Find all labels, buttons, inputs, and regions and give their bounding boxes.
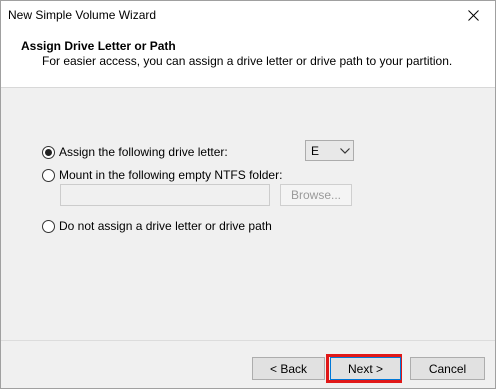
title-bar: New Simple Volume Wizard: [1, 1, 495, 30]
assign-letter-label: Assign the following drive letter:: [59, 145, 228, 159]
browse-button[interactable]: Browse...: [280, 184, 352, 206]
chevron-down-icon: [337, 147, 353, 154]
no-assign-option[interactable]: Do not assign a drive letter or drive pa…: [42, 219, 272, 233]
no-assign-radio[interactable]: [42, 219, 55, 233]
page-subtitle: For easier access, you can assign a driv…: [42, 54, 453, 68]
assign-letter-radio[interactable]: [42, 145, 55, 159]
mount-folder-label: Mount in the following empty NTFS folder…: [59, 168, 283, 182]
close-icon: [467, 10, 479, 21]
mount-folder-radio[interactable]: [42, 168, 55, 182]
close-button[interactable]: [451, 1, 495, 30]
wizard-header: Assign Drive Letter or Path For easier a…: [1, 30, 495, 88]
footer-divider: [1, 340, 495, 341]
next-button[interactable]: Next >: [330, 357, 401, 380]
drive-letter-select[interactable]: E: [305, 140, 354, 161]
drive-letter-value: E: [311, 143, 320, 158]
window-title: New Simple Volume Wizard: [8, 8, 157, 22]
wizard-window: New Simple Volume Wizard Assign Drive Le…: [0, 0, 496, 389]
mount-folder-option[interactable]: Mount in the following empty NTFS folder…: [42, 168, 282, 182]
cancel-button[interactable]: Cancel: [410, 357, 485, 380]
back-button[interactable]: < Back: [252, 357, 325, 380]
folder-path-input[interactable]: [60, 184, 270, 206]
assign-letter-option[interactable]: Assign the following drive letter:: [42, 145, 228, 159]
page-title: Assign Drive Letter or Path: [21, 39, 176, 53]
no-assign-label: Do not assign a drive letter or drive pa…: [59, 219, 272, 233]
